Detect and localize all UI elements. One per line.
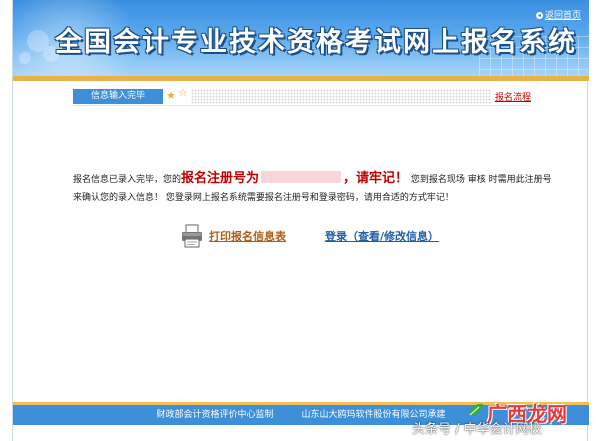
return-home-label: 返回首页 bbox=[544, 11, 581, 21]
redacted-reg-number bbox=[261, 171, 342, 183]
star-icon: ☆ bbox=[178, 86, 188, 99]
message-intro: 报名信息已录入完毕，您的 bbox=[73, 175, 182, 185]
star-icon: ★ bbox=[166, 89, 176, 102]
step-bar: 信息输入完毕 ★ ☆ 报名流程 bbox=[73, 86, 531, 105]
printer-icon bbox=[182, 224, 202, 248]
banner-decor bbox=[19, 52, 31, 64]
watermark-caption: 头条号 / 中华会计网校 bbox=[412, 422, 542, 437]
footer-supervisor: 财政部会计资格评价中心监制 bbox=[156, 410, 274, 420]
leaf-icon bbox=[469, 403, 483, 416]
step-current-tab: 信息输入完毕 bbox=[73, 89, 163, 104]
step-divider bbox=[73, 105, 531, 106]
page-title: 全国会计专业技术资格考试网上报名系统 bbox=[55, 27, 577, 58]
login-link[interactable]: 登录（查看/修改信息） bbox=[325, 228, 439, 244]
process-link[interactable]: 报名流程 bbox=[495, 90, 531, 103]
completion-message: 报名信息已录入完毕，您的报名注册号为 ，请牢记！ 您到报名现场 审核 时需用此注册… bbox=[73, 170, 558, 207]
reg-number-label: 报名注册号为 bbox=[181, 171, 260, 186]
reg-number-suffix: ，请牢记！ bbox=[343, 171, 409, 186]
page-frame: 全国会计专业技术资格考试网上报名系统 ◂ 返回首页 信息输入完毕 ★ ☆ 报名流程… bbox=[12, 0, 589, 441]
return-home-link[interactable]: ◂ 返回首页 bbox=[535, 8, 581, 21]
banner-divider bbox=[13, 76, 589, 81]
arrow-icon: ◂ bbox=[535, 12, 543, 19]
print-label: 打印报名信息表 bbox=[209, 230, 286, 243]
header-banner: 全国会计专业技术资格考试网上报名系统 ◂ 返回首页 bbox=[13, 0, 589, 76]
step-dotted-line bbox=[191, 89, 491, 104]
